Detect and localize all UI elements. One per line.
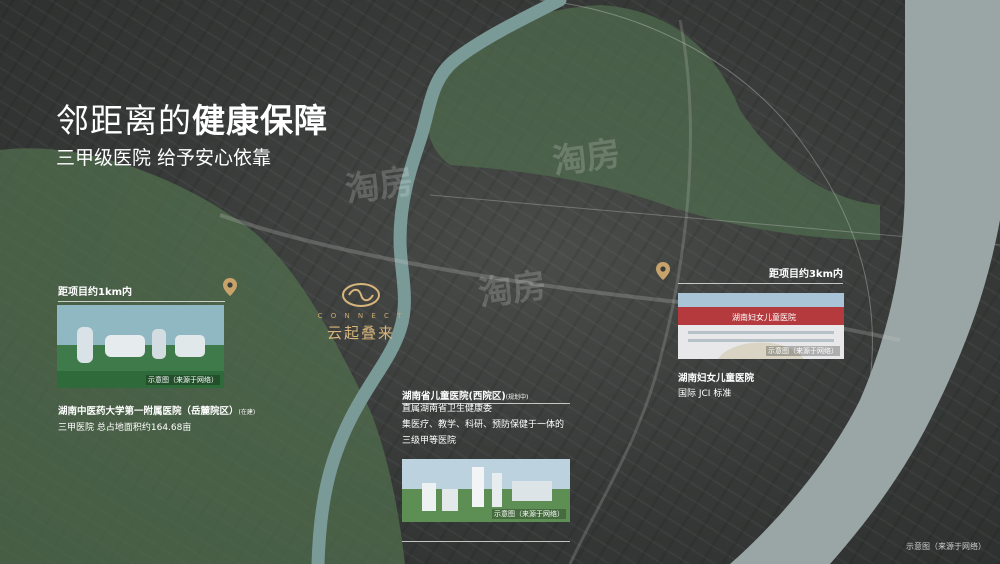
watermark: 淘房	[550, 133, 623, 183]
hospital-name: 湖南省儿童医院(西院区)(规划中)	[402, 391, 529, 402]
distance-label: 距项目约3km内	[678, 265, 843, 284]
hospital-photo: 示意图（来源于网络）	[57, 305, 224, 388]
hospital-name: 湖南妇女儿童医院	[678, 373, 755, 384]
hospital-desc: 三甲医院 总占地面积约164.68亩	[58, 423, 192, 433]
divider	[402, 541, 570, 542]
page-subtitle: 三甲级医院 给予安心依靠	[56, 147, 272, 169]
distance-label: 距项目约1km内	[58, 283, 225, 302]
project-logo: C O N N E C T 云起叠来	[315, 282, 407, 343]
page-title: 邻距离的健康保障	[56, 101, 328, 140]
map-canvas: 邻距离的健康保障 三甲级医院 给予安心依靠 淘房 淘房 淘房 C O N N E…	[0, 0, 1000, 564]
image-caption: 示意图（来源于网络）	[146, 375, 220, 385]
hospital-sign: 湖南妇女儿童医院	[732, 312, 796, 322]
watermark: 淘房	[343, 161, 416, 211]
hospital-desc: 国际 JCI 标准	[678, 389, 732, 399]
location-pin-icon	[656, 262, 670, 280]
footnote: 示意图（来源于网络）	[906, 542, 986, 551]
image-caption: 示意图（来源于网络）	[492, 509, 566, 519]
hospital-name: 湖南中医药大学第一附属医院（岳麓院区）(在建)	[58, 406, 256, 417]
hospital-desc: 直属湖南省卫生健康委 集医疗、教学、科研、预防保健于一体的 三级甲等医院	[402, 404, 565, 446]
watermark: 淘房	[476, 265, 549, 315]
brand-cn: 云起叠来	[326, 324, 395, 342]
connect-logo-icon	[342, 283, 380, 307]
location-pin-icon	[223, 278, 237, 296]
hospital-photo: 湖南妇女儿童医院 示意图（来源于网络）	[678, 293, 844, 359]
brand-en: C O N N E C T	[317, 312, 405, 320]
hospital-photo: 示意图（来源于网络）	[402, 459, 570, 522]
image-caption: 示意图（来源于网络）	[766, 346, 840, 356]
